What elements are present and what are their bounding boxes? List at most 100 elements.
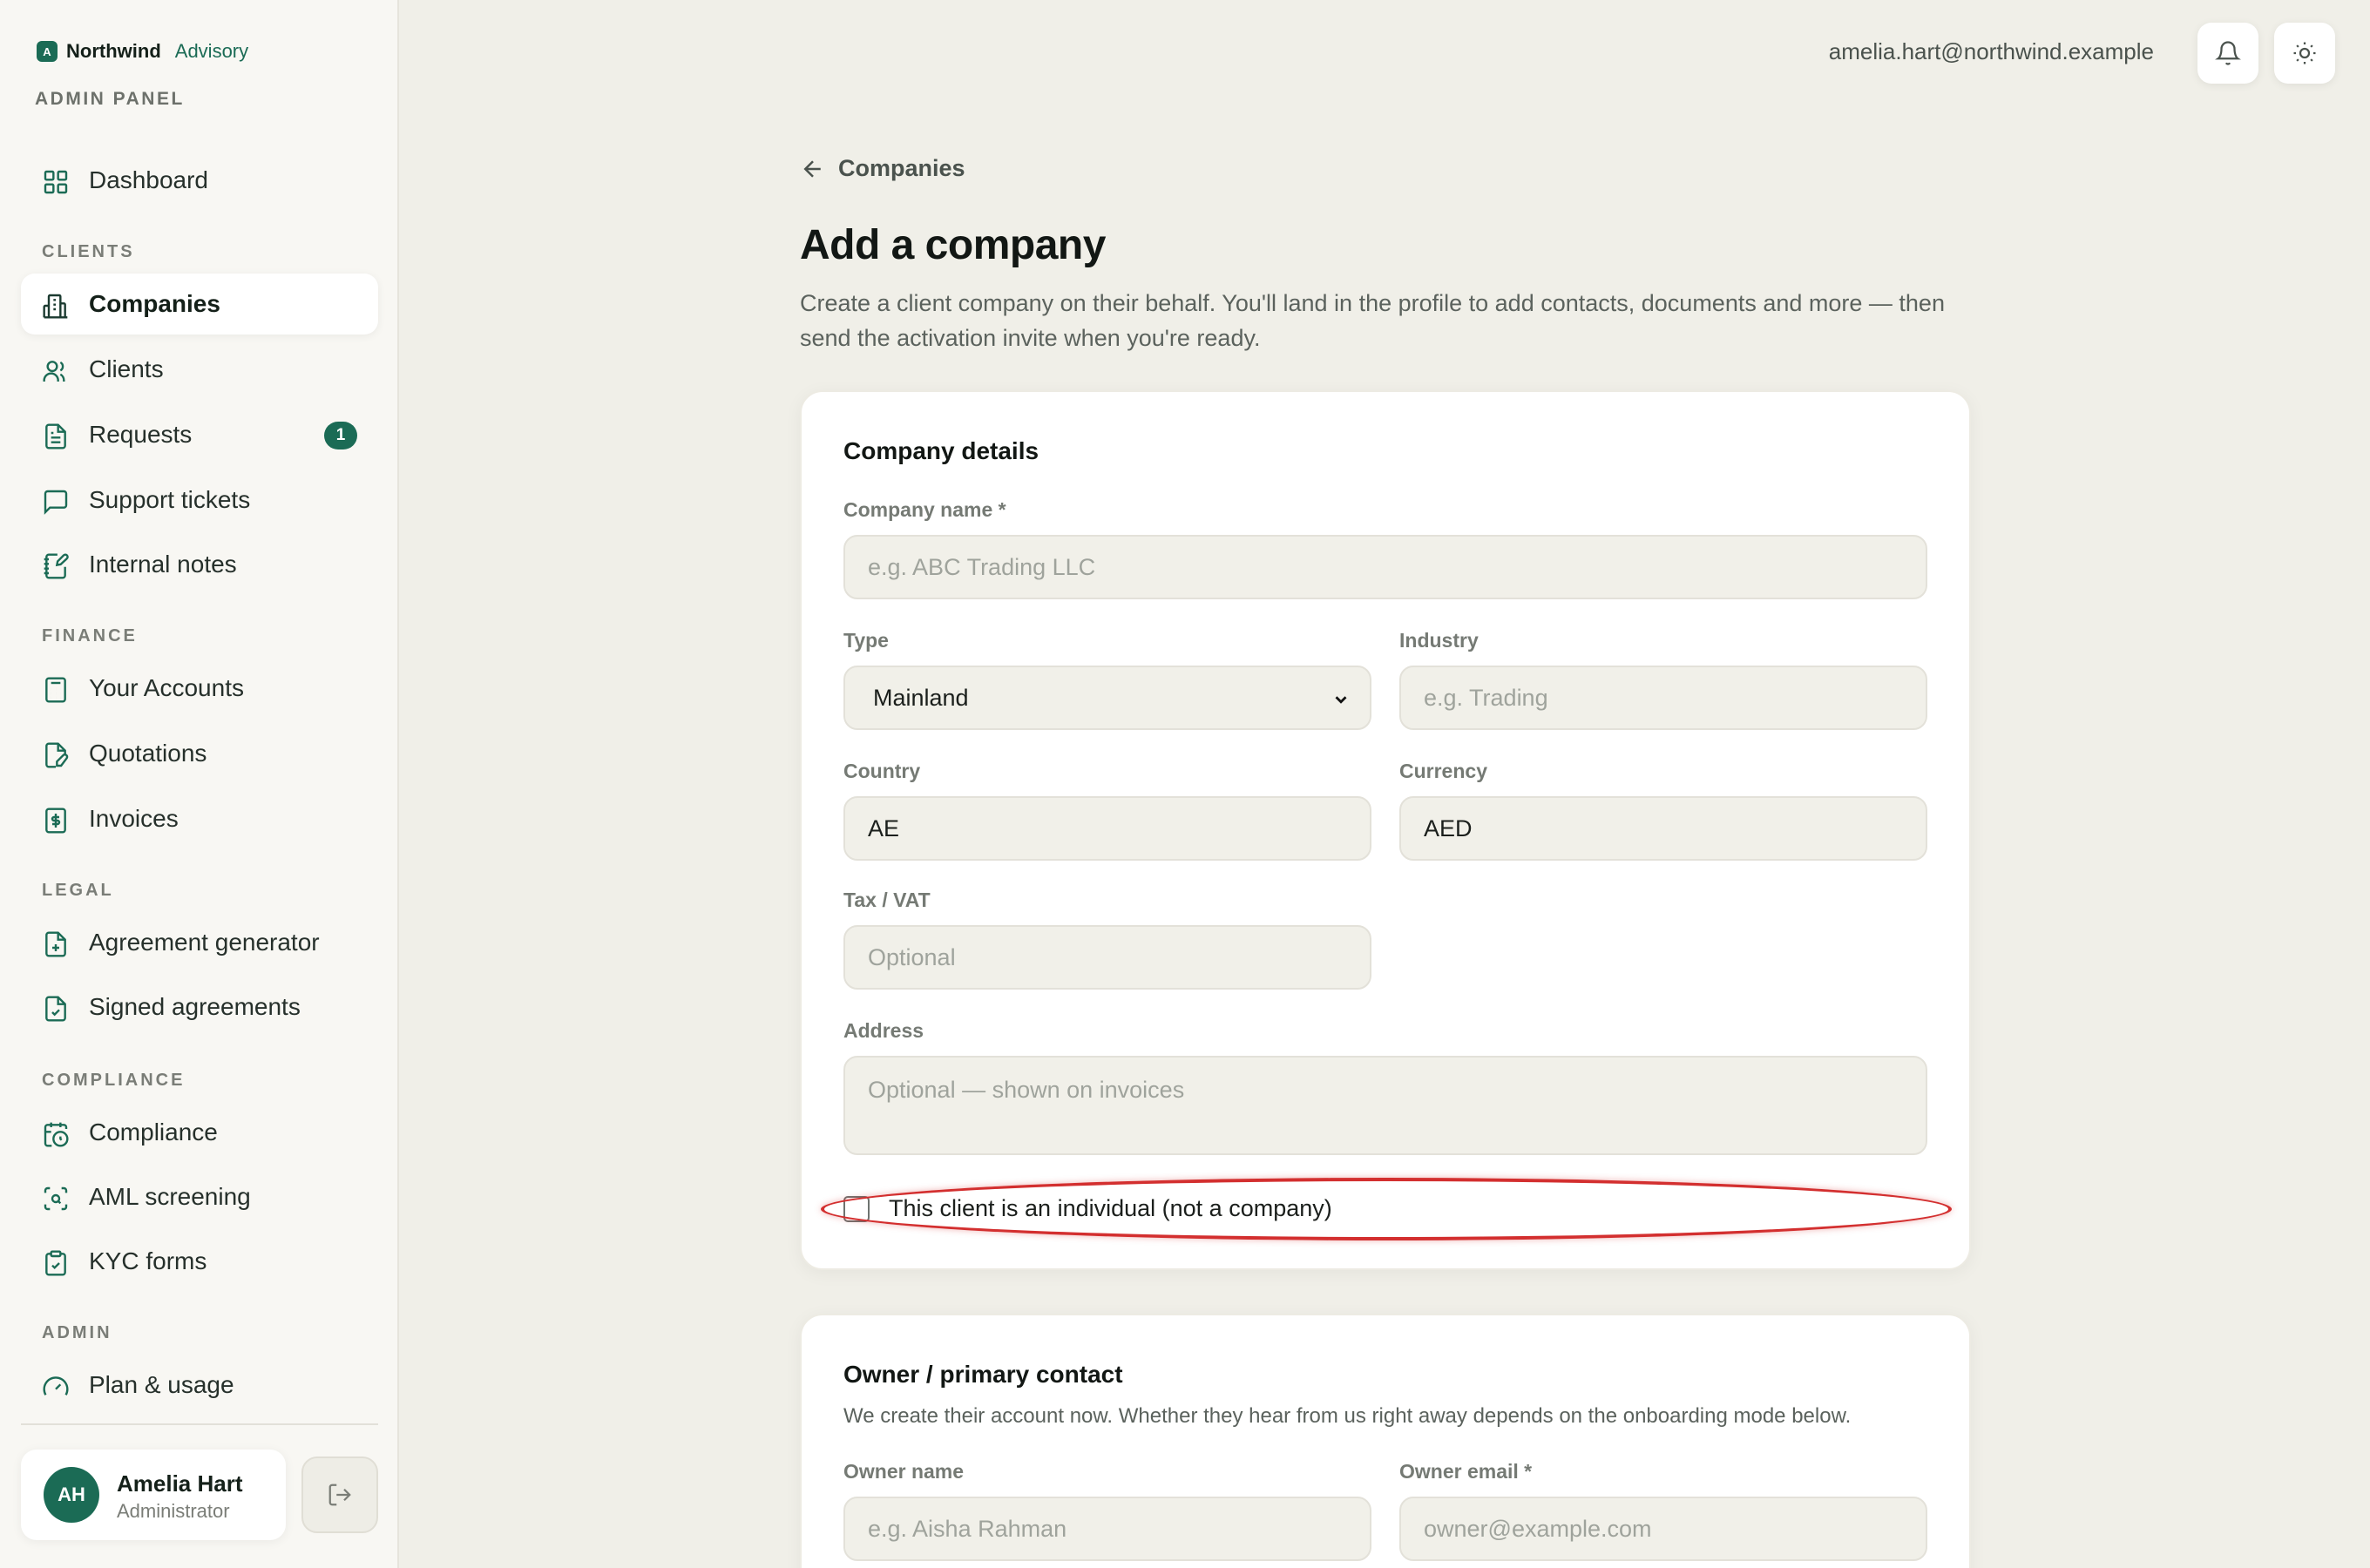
sidebar-item-label: Dashboard (89, 166, 208, 193)
sidebar-item-aml-screening[interactable]: AML screening (21, 1166, 378, 1227)
sidebar-item-label: Clients (89, 355, 164, 382)
arrow-left-icon (803, 159, 821, 178)
sidebar-item-label: Requests (89, 421, 193, 448)
sidebar-item-requests[interactable]: Requests 1 (21, 404, 378, 465)
sidebar-item-companies[interactable]: Companies (21, 274, 378, 335)
back-to-companies-link[interactable]: Companies (800, 155, 965, 182)
back-link-label: Companies (838, 155, 965, 181)
sidebar-item-label: Invoices (89, 805, 179, 832)
sun-icon (2293, 42, 2316, 64)
brand-logo-icon: A (37, 41, 58, 62)
brand[interactable]: A Northwind Advisory (37, 40, 248, 63)
brand-sub: Advisory (174, 40, 249, 62)
users-icon (43, 361, 65, 382)
highlight-annotation-ellipse (821, 1178, 1952, 1240)
logout-icon (328, 1484, 351, 1506)
current-user-email: amelia.hart@northwind.example (1828, 38, 2154, 64)
chat-icon (44, 490, 68, 515)
logout-button[interactable] (301, 1456, 378, 1533)
sidebar-item-label: Quotations (89, 740, 207, 767)
brand-name: Northwind (66, 40, 161, 62)
address-label: Address (843, 1019, 924, 1042)
company-name-label: Company name * (843, 498, 1006, 521)
sidebar-item-label: AML screening (89, 1183, 251, 1210)
grid-icon (44, 170, 68, 194)
file-edit-icon (45, 742, 69, 768)
address-textarea[interactable]: Optional — shown on invoices (843, 1056, 1927, 1155)
sidebar-item-kyc-forms[interactable]: KYC forms (21, 1231, 378, 1292)
sidebar-item-dashboard[interactable]: Dashboard (21, 150, 378, 211)
sidebar-item-internal-notes[interactable]: Internal notes (21, 534, 378, 595)
owner-email-input[interactable]: owner@example.com (1399, 1497, 1927, 1561)
card-title: Company details (843, 437, 1039, 464)
sidebar-item-label: Your Accounts (89, 674, 244, 701)
user-card[interactable]: AH Amelia Hart Administrator (21, 1450, 286, 1540)
sidebar-item-label: Signed agreements (89, 993, 301, 1020)
notifications-button[interactable] (2197, 23, 2258, 84)
sidebar-item-label: Companies (89, 290, 220, 317)
section-label-admin: ADMIN (42, 1323, 112, 1342)
company-details-card: Company details Company name * e.g. ABC … (800, 390, 1971, 1270)
sidebar-item-compliance[interactable]: Compliance (21, 1102, 378, 1163)
calculator-icon (45, 677, 66, 703)
document-icon (45, 423, 66, 449)
sidebar-item-agreement-generator[interactable]: Agreement generator (21, 912, 378, 973)
note-edit-icon (44, 553, 69, 579)
country-input[interactable]: AE (843, 796, 1371, 861)
card-subtitle: We create their account now. Whether the… (843, 1404, 1852, 1428)
page-title: Add a company (800, 222, 1106, 268)
theme-toggle-button[interactable] (2274, 23, 2335, 84)
building-icon (43, 294, 68, 319)
scan-search-icon (44, 1186, 68, 1211)
sidebar-item-label: Agreement generator (89, 929, 320, 956)
owner-name-label: Owner name (843, 1460, 965, 1483)
gauge-icon (43, 1376, 69, 1396)
sidebar-divider (21, 1423, 378, 1425)
sidebar: A Northwind Advisory ADMIN PANEL Dashboa… (0, 0, 399, 1568)
dollar-file-icon (45, 808, 66, 834)
sidebar-item-clients[interactable]: Clients (21, 339, 378, 400)
app-root: A Northwind Advisory ADMIN PANEL Dashboa… (0, 0, 2370, 1568)
section-label-legal: LEGAL (42, 881, 114, 900)
sidebar-item-your-accounts[interactable]: Your Accounts (21, 658, 378, 719)
user-role: Administrator (117, 1500, 230, 1522)
sidebar-item-label: KYC forms (89, 1247, 207, 1274)
sidebar-item-label: Support tickets (89, 486, 251, 513)
sidebar-item-quotations[interactable]: Quotations (21, 723, 378, 784)
sidebar-item-plan-usage[interactable]: Plan & usage (21, 1355, 378, 1416)
owner-contact-card: Owner / primary contact We create their … (800, 1314, 1971, 1568)
sidebar-item-label: Compliance (89, 1119, 218, 1146)
card-title: Owner / primary contact (843, 1361, 1123, 1388)
sidebar-item-label: Plan & usage (89, 1371, 234, 1398)
type-select-value: Mainland (873, 684, 969, 711)
country-label: Country (843, 760, 921, 782)
avatar: AH (44, 1467, 99, 1523)
chevron-down-icon (1335, 696, 1347, 704)
tax-vat-label: Tax / VAT (843, 889, 931, 911)
industry-input[interactable]: e.g. Trading (1399, 666, 1927, 730)
section-label-clients: CLIENTS (42, 242, 135, 261)
currency-label: Currency (1399, 760, 1487, 782)
industry-label: Industry (1399, 629, 1479, 652)
clipboard-icon (45, 1250, 66, 1276)
type-select[interactable]: Mainland (843, 666, 1371, 730)
tax-vat-input[interactable]: Optional (843, 925, 1371, 990)
file-plus-icon (45, 931, 66, 957)
sidebar-item-support-tickets[interactable]: Support tickets (21, 470, 378, 531)
section-label-finance: FINANCE (42, 626, 138, 645)
owner-email-label: Owner email * (1399, 1460, 1533, 1483)
calendar-clock-icon (44, 1122, 69, 1147)
sidebar-item-label: Internal notes (89, 551, 237, 578)
type-label: Type (843, 629, 889, 652)
user-name: Amelia Hart (117, 1470, 243, 1497)
sidebar-item-signed-agreements[interactable]: Signed agreements (21, 977, 378, 1037)
section-label-compliance: COMPLIANCE (42, 1071, 186, 1090)
currency-input[interactable]: AED (1399, 796, 1927, 861)
file-check-icon (45, 996, 66, 1022)
requests-count-badge: 1 (324, 422, 357, 449)
company-name-input[interactable]: e.g. ABC Trading LLC (843, 535, 1927, 599)
owner-name-input[interactable]: e.g. Aisha Rahman (843, 1497, 1371, 1561)
panel-label: ADMIN PANEL (35, 89, 185, 109)
page-description: Create a client company on their behalf.… (800, 290, 1945, 351)
sidebar-item-invoices[interactable]: Invoices (21, 788, 378, 849)
